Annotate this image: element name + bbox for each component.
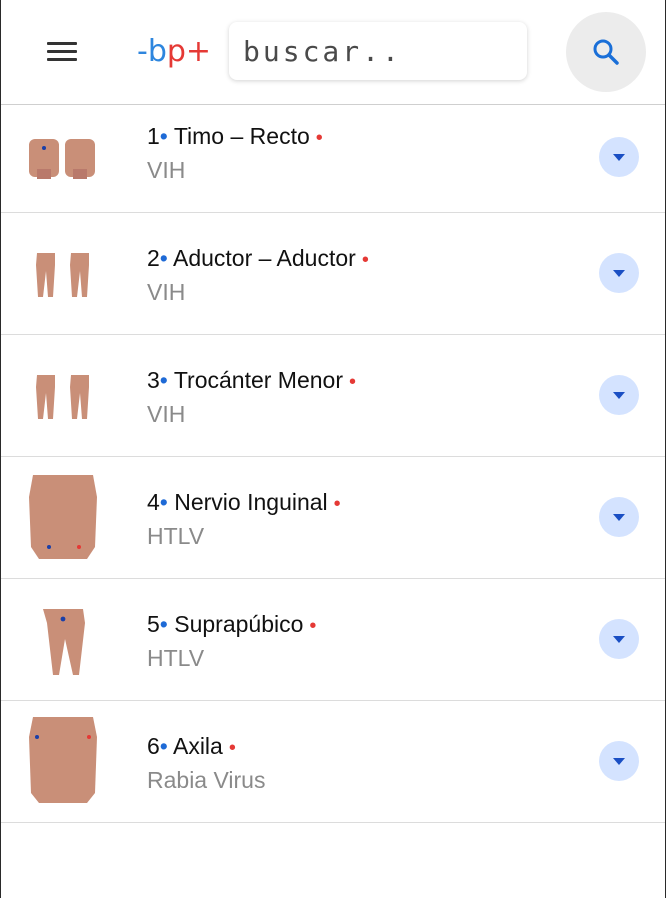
- item-text: 3• Trocánter Menor • VIH: [147, 365, 356, 429]
- search-box: [229, 22, 527, 80]
- results-list: 1• Timo – Recto • VIH 2• Aductor – Aducto…: [1, 105, 665, 823]
- item-subtitle: Rabia Virus: [147, 767, 266, 793]
- search-button[interactable]: [566, 12, 646, 92]
- chevron-down-icon: [613, 392, 625, 399]
- expand-button[interactable]: [599, 137, 639, 177]
- legs-image: [36, 375, 89, 419]
- body-front-back-image: [29, 139, 95, 179]
- chevron-down-icon: [613, 636, 625, 643]
- item-text: 4• Nervio Inguinal • HTLV: [147, 487, 341, 551]
- expand-button[interactable]: [599, 375, 639, 415]
- logo-part-1: -b: [137, 34, 167, 69]
- search-icon: [593, 39, 619, 65]
- app-logo: -bp+: [137, 30, 211, 74]
- list-item[interactable]: 4• Nervio Inguinal • HTLV: [1, 457, 665, 579]
- search-input[interactable]: [229, 22, 527, 80]
- expand-button[interactable]: [599, 741, 639, 781]
- hips-legs-image: [43, 609, 85, 675]
- item-title: 2• Aductor – Aductor •: [147, 245, 369, 271]
- legs-image: [36, 253, 89, 297]
- app-header: -bp+: [1, 0, 665, 105]
- item-subtitle: VIH: [147, 279, 186, 305]
- list-item[interactable]: 5• Suprapúbico • HTLV: [1, 579, 665, 701]
- item-title: 1• Timo – Recto •: [147, 123, 323, 149]
- expand-button[interactable]: [599, 253, 639, 293]
- item-text: 6• Axila • Rabia Virus: [147, 731, 265, 795]
- item-text: 5• Suprapúbico • HTLV: [147, 609, 316, 673]
- chevron-down-icon: [613, 270, 625, 277]
- item-text: 2• Aductor – Aductor • VIH: [147, 243, 369, 307]
- chevron-down-icon: [613, 154, 625, 161]
- item-title: 3• Trocánter Menor •: [147, 367, 357, 393]
- list-item[interactable]: 1• Timo – Recto • VIH: [1, 105, 665, 213]
- expand-button[interactable]: [599, 497, 639, 537]
- list-item[interactable]: 6• Axila • Rabia Virus: [1, 701, 665, 823]
- item-title: 4• Nervio Inguinal •: [147, 489, 341, 515]
- item-title: 5• Suprapúbico •: [147, 611, 317, 637]
- app-frame: -bp+ 1• Timo – Recto• VIH: [0, 0, 666, 898]
- item-text: 1• Timo – Recto • VIH: [147, 121, 323, 185]
- menu-icon[interactable]: [45, 40, 81, 64]
- torso-image: [29, 475, 97, 559]
- chevron-down-icon: [613, 758, 625, 765]
- logo-part-2: p+: [166, 34, 212, 69]
- list-item[interactable]: 3• Trocánter Menor • VIH: [1, 335, 665, 457]
- upper-torso-image: [29, 717, 97, 803]
- item-subtitle: VIH: [147, 157, 186, 183]
- item-subtitle: VIH: [147, 401, 186, 427]
- expand-button[interactable]: [599, 619, 639, 659]
- item-subtitle: HTLV: [147, 645, 205, 671]
- item-subtitle: HTLV: [147, 523, 205, 549]
- chevron-down-icon: [613, 514, 625, 521]
- list-item[interactable]: 2• Aductor – Aductor • VIH: [1, 213, 665, 335]
- item-title: 6• Axila •: [147, 733, 236, 759]
